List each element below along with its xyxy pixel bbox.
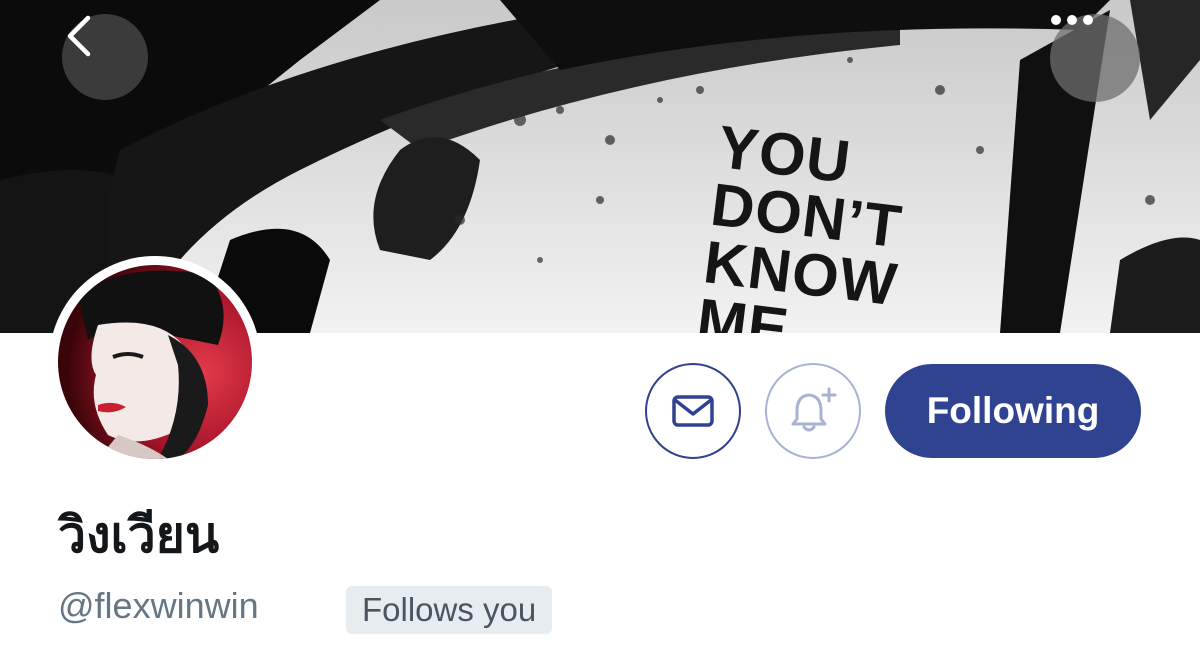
back-button[interactable] [62, 14, 148, 100]
notifications-button[interactable] [765, 363, 861, 459]
more-horizontal-icon [1051, 15, 1093, 25]
avatar-image [58, 265, 252, 459]
chevron-left-icon [67, 15, 91, 57]
envelope-icon [672, 395, 714, 427]
profile-avatar[interactable] [49, 256, 261, 468]
follows-you-badge: Follows you [346, 586, 553, 634]
display-name: วิงเวียน [58, 506, 220, 564]
more-options-button[interactable] [1050, 14, 1140, 102]
message-button[interactable] [645, 363, 741, 459]
banner-slogan: YOU DON’T KNOW ME [693, 113, 915, 333]
following-button[interactable]: Following [885, 364, 1141, 458]
profile-handle: @flexwinwin [58, 585, 259, 626]
bell-plus-icon [791, 387, 837, 432]
